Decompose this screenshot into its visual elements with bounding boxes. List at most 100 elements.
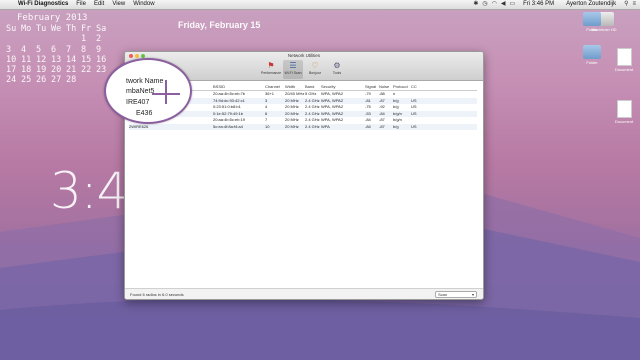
column-header[interactable]: Band [305,83,321,90]
calendar-day: 7 [66,44,72,55]
spotlight-icon[interactable]: ⚲ [624,0,628,9]
calendar-day: 12 [36,54,47,65]
column-header[interactable]: Security [321,83,365,90]
calendar-day: 13 [51,54,62,65]
calendar-day [21,34,36,44]
calendar-day [51,34,66,44]
menu-edit[interactable]: Edit [90,0,108,9]
table-row[interactable]: 2WIRE626 5c:ea:4f:8a:f4:a4 10 20 MHz 2.4… [129,123,477,130]
time-machine-icon[interactable]: ◷ [482,0,487,9]
calendar-day: 14 [66,54,77,65]
calendar-title: February 2013 [17,13,88,23]
calendar-weekday: Sa [96,24,107,34]
menu-bar: Wi-Fi Diagnostics File Edit View Window … [0,0,640,10]
desktop-icon-label: Document [614,67,634,72]
column-header[interactable]: Protocol [393,83,411,90]
desktop-icon-folder[interactable]: Folder [572,12,612,32]
zoom-lens: twork Name mbaNet5 IRE407 E436 [104,58,192,124]
calendar-day: 25 [21,75,32,86]
zoom-text: E436 [136,110,153,117]
calendar-day: 5 [36,44,42,55]
menu-app-name[interactable]: Wi-Fi Diagnostics [14,0,72,9]
calendar-day [66,34,81,44]
menu-view[interactable]: View [108,0,129,9]
zoom-text: mbaNet5 [126,88,155,95]
calendar-day: 10 [6,54,17,65]
calendar-day: 6 [51,44,57,55]
calendar-day [36,34,51,44]
scan-dropdown[interactable]: Scan ▾ [435,291,477,298]
calendar-day: 22 [81,65,92,76]
calendar-day: 18 [21,65,32,76]
cell-width: 20 MHz [285,123,299,129]
calendar-day: 1 [81,34,87,45]
calendar-day: 19 [36,65,47,76]
calendar-day: 24 [6,75,17,86]
calendar-day: 15 [81,54,92,65]
toolbar-label: Bonjour [308,71,322,75]
column-header[interactable]: CC [411,83,425,90]
date-widget: Friday, February 15 [178,20,261,30]
calendar-day: 9 [96,44,102,55]
calendar-day: 2 [96,34,102,45]
desktop-icon-document[interactable]: Document [604,100,640,124]
crosshair-icon [165,80,167,104]
document-icon [616,48,632,66]
cell-signal: -84 [365,123,371,129]
menu-file[interactable]: File [72,0,90,9]
column-header[interactable]: Width [285,83,305,90]
window-title: Network Utilities [287,53,321,58]
folder-icon [583,45,601,59]
bonjour-icon: ♡ [311,61,319,70]
calendar-day: 17 [6,65,17,76]
toolbar-label: Performance [261,71,282,75]
calendar-day: 21 [66,65,77,76]
volume-icon[interactable]: ◀ [501,0,506,9]
cell-bssid: 5c:ea:4f:8a:f4:a4 [213,123,243,129]
column-header[interactable]: Signal [365,83,379,90]
zoom-text: IRE407 [126,99,150,106]
menubar-user[interactable]: Ayerton Zoutendijk [562,0,620,9]
toolbar-wifi-scan[interactable]: ☰ Wi-Fi Scan [283,60,303,79]
calendar-weekday: Th [66,24,77,34]
cell-cc: US [411,123,417,129]
battery-icon[interactable]: ▭ [509,0,515,9]
wifi-icon[interactable]: ◠ [492,0,497,9]
cell-channel: 10 [265,123,270,129]
desktop-icon-label: Folder [586,60,598,65]
wifi-scan-icon: ☰ [289,61,297,70]
calendar-day: 16 [96,54,107,65]
cell-protocol: b/g [393,123,399,129]
toolbar-bonjour[interactable]: ♡ Bonjour [305,60,325,79]
desktop-icon-label: Folder [586,27,598,32]
column-header[interactable]: Channel [265,83,285,90]
calendar-day: 28 [66,75,77,86]
calendar-day: 3 [6,44,12,55]
toolbar-label: Tools [332,71,342,75]
calendar-day: 4 [21,44,27,55]
calendar-weekday: Tu [36,24,47,34]
cell-network-name: 2WIRE626 [129,123,149,129]
cell-band: 2.4 GHz [305,123,320,129]
toolbar-tools[interactable]: ⚙ Tools [327,60,347,79]
cell-security: WPA [321,123,330,129]
toolbar-performance[interactable]: ⚑ Performance [261,60,281,79]
calendar-day [6,34,21,44]
cell-noise: -87 [379,123,385,129]
calendar-weekday: We [51,24,62,34]
document-icon [616,100,632,118]
clock-widget: 3:4 [50,162,128,220]
chevron-down-icon: ▾ [471,292,474,297]
menubar-clock[interactable]: Fri 3:46 PM [519,0,558,9]
column-header[interactable]: BSSID [213,83,265,90]
menu-window[interactable]: Window [129,0,158,9]
desktop-icon-document[interactable]: Document [604,48,640,72]
calendar-day [81,75,96,85]
calendar-day: 27 [51,75,62,86]
notification-center-icon[interactable]: ≡ [632,0,636,9]
tools-icon: ⚙ [333,61,341,70]
performance-icon: ⚑ [267,61,275,70]
column-header[interactable]: Noise [379,83,393,90]
bluetooth-icon[interactable]: ✱ [473,0,478,9]
calendar-day: 20 [51,65,62,76]
